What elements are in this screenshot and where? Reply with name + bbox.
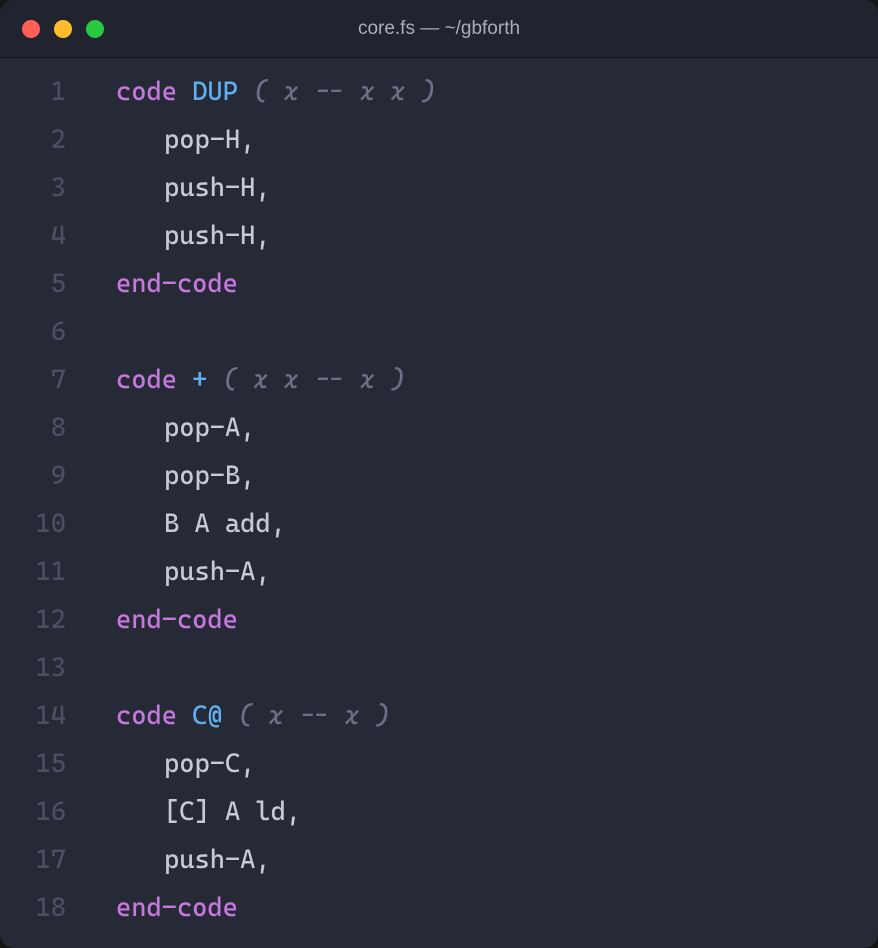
line-number: 13 [0, 644, 66, 692]
code-line[interactable]: push-A, [80, 548, 878, 596]
code-line[interactable]: push-A, [80, 836, 878, 884]
token-plain [177, 701, 192, 731]
line-number: 18 [0, 884, 66, 932]
code-line[interactable]: pop-H, [80, 116, 878, 164]
code-line[interactable]: code + ( x x -- x ) [80, 356, 878, 404]
code-line[interactable] [80, 308, 878, 356]
token-plain [207, 365, 222, 395]
token-name: + [192, 365, 207, 395]
token-plain: [C] A ld, [164, 797, 301, 827]
line-number: 4 [0, 212, 66, 260]
close-button[interactable] [22, 20, 40, 38]
code-line[interactable]: push-H, [80, 212, 878, 260]
window-title: core.fs — ~/gbforth [358, 18, 520, 40]
code-line[interactable]: push-H, [80, 164, 878, 212]
token-name: DUP [192, 77, 238, 107]
token-keyword: end-code [116, 269, 238, 299]
token-plain: pop-H, [164, 125, 255, 155]
code-line[interactable]: pop-B, [80, 452, 878, 500]
line-number: 17 [0, 836, 66, 884]
token-comment: ( x x -- x ) [223, 365, 406, 395]
line-number: 8 [0, 404, 66, 452]
token-plain: push-H, [164, 221, 271, 251]
code-line[interactable]: [C] A ld, [80, 788, 878, 836]
token-keyword: code [116, 77, 177, 107]
code-line[interactable] [80, 644, 878, 692]
code-line[interactable]: pop-A, [80, 404, 878, 452]
titlebar: core.fs — ~/gbforth [0, 0, 878, 58]
line-number: 15 [0, 740, 66, 788]
token-keyword: end-code [116, 893, 238, 923]
token-plain: push-H, [164, 173, 271, 203]
line-number: 1 [0, 68, 66, 116]
token-plain [223, 701, 238, 731]
token-name: C@ [192, 701, 222, 731]
code-line[interactable]: end-code [80, 260, 878, 308]
line-number: 11 [0, 548, 66, 596]
code-line[interactable]: pop-C, [80, 740, 878, 788]
line-number: 16 [0, 788, 66, 836]
line-number: 6 [0, 308, 66, 356]
code-line[interactable]: B A add, [80, 500, 878, 548]
line-number-gutter: 123456789101112131415161718 [0, 68, 80, 948]
token-plain: B A add, [164, 509, 286, 539]
code-line[interactable]: end-code [80, 596, 878, 644]
minimize-button[interactable] [54, 20, 72, 38]
editor-window: core.fs — ~/gbforth 12345678910111213141… [0, 0, 878, 948]
line-number: 12 [0, 596, 66, 644]
code-line[interactable]: end-code [80, 884, 878, 932]
code-line[interactable]: code C@ ( x -- x ) [80, 692, 878, 740]
token-plain: pop-B, [164, 461, 255, 491]
token-keyword: code [116, 365, 177, 395]
token-plain [238, 77, 253, 107]
line-number: 10 [0, 500, 66, 548]
zoom-button[interactable] [86, 20, 104, 38]
line-number: 7 [0, 356, 66, 404]
token-plain [177, 365, 192, 395]
token-plain [177, 77, 192, 107]
line-number: 3 [0, 164, 66, 212]
line-number: 14 [0, 692, 66, 740]
editor-area[interactable]: 123456789101112131415161718 code DUP ( x… [0, 58, 878, 948]
token-comment: ( x -- x x ) [253, 77, 436, 107]
line-number: 9 [0, 452, 66, 500]
token-plain: pop-C, [164, 749, 255, 779]
token-plain: push-A, [164, 845, 271, 875]
traffic-lights [0, 20, 104, 38]
token-plain: pop-A, [164, 413, 255, 443]
code-line[interactable]: code DUP ( x -- x x ) [80, 68, 878, 116]
token-plain: push-A, [164, 557, 271, 587]
token-comment: ( x -- x ) [238, 701, 390, 731]
code-content[interactable]: code DUP ( x -- x x ) pop-H, push-H, push-H… [80, 68, 878, 948]
token-keyword: code [116, 701, 177, 731]
token-keyword: end-code [116, 605, 238, 635]
line-number: 5 [0, 260, 66, 308]
line-number: 2 [0, 116, 66, 164]
